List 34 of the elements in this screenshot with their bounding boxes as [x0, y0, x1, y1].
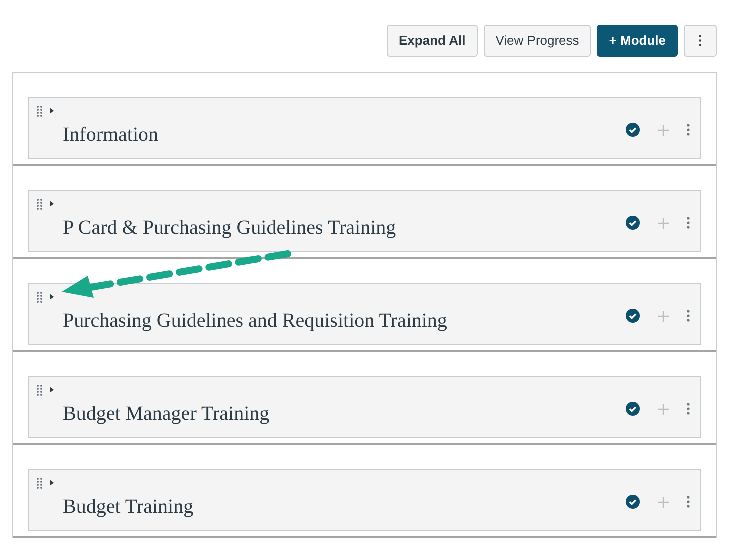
drag-handle-icon[interactable] — [37, 478, 43, 489]
published-check-icon[interactable] — [626, 123, 640, 137]
module-header[interactable]: Budget Training — [28, 469, 701, 531]
module-header[interactable]: Information — [28, 97, 701, 159]
toolbar-button[interactable]: Expand All — [387, 25, 478, 57]
more-icon[interactable] — [687, 217, 690, 229]
drag-handle-icon[interactable] — [37, 385, 43, 396]
published-check-icon[interactable] — [626, 309, 640, 323]
caret-icon[interactable] — [49, 387, 55, 393]
more-icon[interactable] — [687, 124, 690, 136]
caret-icon[interactable] — [49, 480, 55, 486]
module-title: P Card & Purchasing Guidelines Training — [63, 216, 396, 241]
more-icon[interactable] — [687, 496, 690, 508]
more-icon[interactable] — [687, 403, 690, 415]
module-title: Budget Manager Training — [63, 402, 270, 427]
caret-icon[interactable] — [49, 201, 55, 207]
drag-handle-icon[interactable] — [37, 292, 43, 303]
more-icon[interactable] — [687, 310, 690, 322]
published-check-icon[interactable] — [626, 216, 640, 230]
published-check-icon[interactable] — [626, 402, 640, 416]
drag-handle-icon[interactable] — [37, 199, 43, 210]
module-header[interactable]: Budget Manager Training — [28, 376, 701, 438]
drag-handle-icon[interactable] — [37, 106, 43, 117]
more-button[interactable]: ⋮ — [684, 25, 717, 57]
module-title: Budget Training — [63, 495, 194, 520]
add-module-button[interactable]: + Module — [597, 25, 678, 57]
caret-icon[interactable] — [49, 294, 55, 300]
module-title: Purchasing Guidelines and Requisition Training — [63, 309, 448, 334]
module-header[interactable]: Purchasing Guidelines and Requisition Training — [28, 283, 701, 345]
toolbar-button[interactable]: View Progress — [484, 25, 592, 57]
published-check-icon[interactable] — [626, 495, 640, 509]
module-title: Information — [63, 123, 159, 148]
module-header[interactable]: P Card & Purchasing Guidelines Training — [28, 190, 701, 252]
caret-icon[interactable] — [49, 108, 55, 114]
